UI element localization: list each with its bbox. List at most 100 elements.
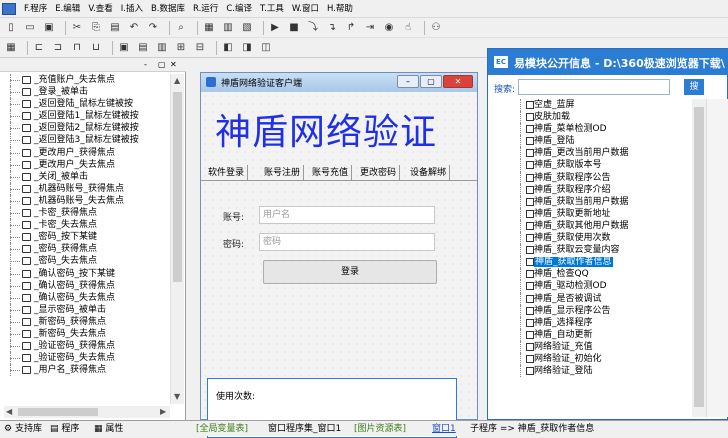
module-command-item[interactable]: 网络验证_登陆 — [494, 365, 694, 378]
scroll-right-icon[interactable]: ▶ — [160, 407, 166, 416]
menu-database[interactable]: B.数据库 — [147, 0, 189, 18]
tree-item[interactable]: _关闭_被单击 — [4, 170, 170, 183]
new-file-icon[interactable]: ▯ — [4, 21, 18, 35]
module-command-item[interactable]: 神盾_获取版本号 — [494, 159, 694, 172]
horizontal-scrollbar[interactable]: ◀ ▶ — [4, 406, 170, 418]
module-command-item[interactable]: 神盾_获取当前用户数据 — [494, 195, 694, 208]
same-size-icon[interactable]: ▣ — [117, 41, 131, 55]
module-command-item[interactable]: 神盾_菜单检测OD — [494, 123, 694, 136]
tree-item[interactable]: _确认密码_失去焦点 — [4, 291, 170, 304]
tree-item[interactable]: _卡密_获得焦点 — [4, 207, 170, 220]
password-input[interactable]: 密码 — [259, 233, 435, 251]
search-button[interactable]: 搜 — [684, 79, 704, 95]
module-command-item[interactable]: 神盾_显示程序公告 — [494, 304, 694, 317]
module-command-item[interactable]: 神盾_是否被调试 — [494, 292, 694, 305]
tree-item[interactable]: _登录_被单击 — [4, 86, 170, 99]
menu-window[interactable]: W.窗口 — [288, 0, 323, 18]
tree-item[interactable]: _返回登陆3_鼠标左键被按 — [4, 134, 170, 147]
tab-software-login[interactable]: 软件登录 — [205, 165, 249, 181]
run-icon[interactable]: ▶ — [268, 21, 282, 35]
cut-icon[interactable]: ✂ — [70, 21, 84, 35]
doc-tab-window-assembly[interactable]: 窗口程序集_窗口1 — [268, 422, 341, 436]
copy-icon[interactable]: ⎘ — [89, 21, 103, 35]
panel-layout-icon[interactable]: ▧ — [240, 21, 254, 35]
pin-icon[interactable]: - — [144, 60, 147, 69]
tree-item[interactable]: _更改用户_获得焦点 — [4, 146, 170, 159]
tab-device-unbind[interactable]: 设备解绑 — [407, 165, 451, 181]
close-icon[interactable]: ✕ — [170, 60, 177, 69]
step-over-icon[interactable]: ↴ — [325, 21, 339, 35]
search-input[interactable] — [518, 79, 670, 95]
menu-view[interactable]: V.查看 — [84, 0, 116, 18]
same-height-icon[interactable]: ▥ — [155, 41, 169, 55]
doc-tab-global-vars[interactable]: [全局变量表] — [196, 422, 248, 436]
module-command-item[interactable]: 神盾_获取程序公告 — [494, 171, 694, 184]
redo-icon[interactable]: ↷ — [146, 21, 160, 35]
account-input[interactable]: 用户名 — [259, 206, 435, 224]
doc-tab-subroutine[interactable]: 子程序 => 神盾_获取作者信息 — [470, 422, 594, 436]
tree-item[interactable]: _确认密码_获得焦点 — [4, 279, 170, 292]
tree-item[interactable]: _机器码账号_失去焦点 — [4, 194, 170, 208]
tree-item[interactable]: _更改用户_失去焦点 — [4, 158, 170, 171]
menu-run[interactable]: R.运行 — [189, 0, 222, 18]
tree-item[interactable]: _用户名_获得焦点 — [4, 364, 170, 377]
module-command-item[interactable]: 神盾_获取程序介绍 — [494, 183, 694, 196]
close-panel-icon[interactable]: ▢ — [158, 60, 166, 69]
run-to-cursor-icon[interactable]: ⇥ — [363, 21, 377, 35]
breakpoint-icon[interactable]: ◉ — [382, 21, 396, 35]
close-icon[interactable]: ✕ — [443, 75, 473, 88]
hand-icon[interactable]: ☝ — [401, 21, 415, 35]
find-icon[interactable]: ⌕ — [174, 21, 188, 35]
tree-item[interactable]: _验证密码_获得焦点 — [4, 340, 170, 353]
align-bottom-icon[interactable]: ⊔ — [89, 41, 103, 55]
login-form-window[interactable]: 神盾网络验证客户端 – ▢ ✕ 神盾网络验证 软件登录 账号注册 账号充值 更改… — [200, 72, 478, 438]
menu-edit[interactable]: E.编辑 — [51, 0, 84, 18]
undo-icon[interactable]: ↶ — [127, 21, 141, 35]
tree-item[interactable]: _新密码_获得焦点 — [4, 315, 170, 329]
tree-item[interactable]: _新密码_失去焦点 — [4, 327, 170, 341]
grid-icon[interactable]: ▦ — [4, 41, 18, 55]
doc-tab-window1[interactable]: 窗口1 — [432, 422, 456, 436]
stop-icon[interactable]: ■ — [287, 21, 301, 35]
module-command-item[interactable]: 神盾_驱动检测OD — [494, 280, 694, 293]
scroll-down-icon[interactable]: ▼ — [174, 392, 180, 401]
tree-item[interactable]: _卡密_失去焦点 — [4, 219, 170, 232]
split-layout-icon[interactable]: ▥ — [221, 21, 235, 35]
send-back-icon[interactable]: ◨ — [240, 41, 254, 55]
scroll-thumb[interactable] — [18, 408, 98, 416]
module-command-item[interactable]: 网络验证_初始化 — [494, 352, 694, 366]
align-left-icon[interactable]: ⊏ — [32, 41, 46, 55]
module-command-item[interactable]: 空虚_蓝屏 — [494, 99, 694, 112]
module-command-item[interactable]: 神盾_选择程序 — [494, 316, 694, 329]
module-command-item[interactable]: 神盾_检查QQ — [494, 268, 694, 281]
vertical-scrollbar[interactable] — [692, 99, 706, 417]
scroll-thumb[interactable] — [173, 92, 182, 282]
maximize-icon[interactable]: ▢ — [420, 75, 442, 88]
bring-front-icon[interactable]: ◧ — [221, 41, 235, 55]
module-command-item[interactable]: 皮肤加载 — [494, 111, 694, 124]
tab-change-password[interactable]: 更改密码 — [357, 165, 401, 181]
tab-account-recharge[interactable]: 账号充值 — [309, 165, 353, 181]
menu-help[interactable]: H.帮助 — [323, 0, 357, 18]
center-v-icon[interactable]: ⊟ — [193, 41, 207, 55]
module-command-item[interactable]: 神盾_登陆 — [494, 135, 694, 148]
tree-item[interactable]: _机器码账号_获得焦点 — [4, 182, 170, 196]
paste-icon[interactable]: ▤ — [108, 21, 122, 35]
tree-item[interactable]: _密码_获得焦点 — [4, 243, 170, 256]
module-command-item[interactable]: 神盾_获取作者信息 — [494, 256, 694, 269]
tab-program[interactable]: ▤ 程序 — [50, 421, 79, 437]
menu-tools[interactable]: T.工具 — [256, 0, 288, 18]
tree-item[interactable]: _返回登陆_鼠标左键被按 — [4, 98, 170, 111]
tree-item[interactable]: _验证密码_失去焦点 — [4, 352, 170, 365]
tree-item[interactable]: _充值账户_失去焦点 — [4, 74, 170, 87]
vertical-scrollbar[interactable]: ▲ ▼ — [170, 74, 184, 404]
step-out-icon[interactable]: ↱ — [344, 21, 358, 35]
center-h-icon[interactable]: ⊞ — [174, 41, 188, 55]
same-width-icon[interactable]: ▤ — [136, 41, 150, 55]
scroll-thumb[interactable] — [694, 107, 704, 407]
binoculars-icon[interactable]: ⚇ — [429, 21, 443, 35]
tab-account-register[interactable]: 账号注册 — [261, 165, 305, 181]
tree-item[interactable]: _显示密码_被单击 — [4, 303, 170, 316]
lock-icon[interactable]: ◫ — [259, 41, 273, 55]
tab-properties[interactable]: ▦ 属性 — [94, 421, 123, 437]
